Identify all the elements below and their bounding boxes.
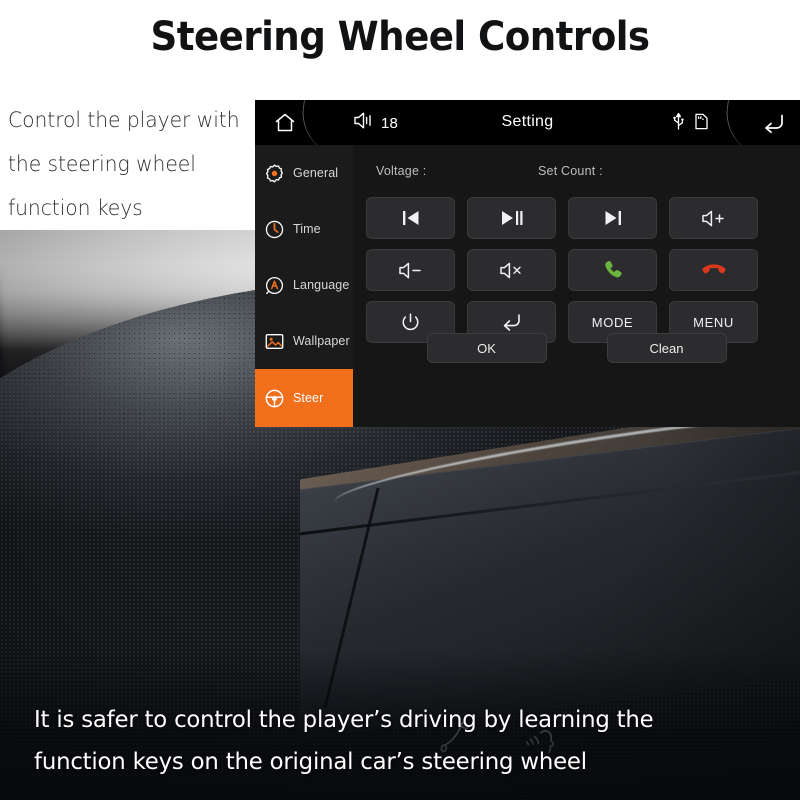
head-unit-title: Setting [501,113,554,130]
sidebar-item-label: Steer [293,391,324,405]
steer-settings-content: Voltage : Set Count : MODE MENU OK Clean [353,145,800,427]
page-title: Steering Wheel Controls [150,14,651,60]
image-icon [264,331,285,352]
key-end-call[interactable] [669,249,758,291]
key-volume-up[interactable] [669,197,758,239]
usb-icon [672,112,685,136]
key-previous-track[interactable] [366,197,455,239]
key-mute[interactable] [467,249,556,291]
sidebar-item-language[interactable]: Language [255,257,353,313]
sidebar-item-time[interactable]: Time [255,201,353,257]
head-unit-header: 18 Setting [255,100,800,145]
key-play-pause[interactable] [467,197,556,239]
sidebar-item-label: Wallpaper [293,334,350,348]
action-buttons: OK Clean [353,333,800,363]
key-next-track[interactable] [568,197,657,239]
clean-button[interactable]: Clean [606,333,727,363]
head-unit-screen: 18 Setting General Time Language Wallpap… [255,100,800,427]
sidebar-item-label: Language [293,278,350,292]
steering-wheel-icon [264,388,285,409]
clock-icon [264,219,285,240]
lead-description: Control the player with the steering whe… [8,108,240,220]
sidebar-item-wallpaper[interactable]: Wallpaper [255,313,353,369]
sidebar-item-steer[interactable]: Steer [255,369,353,427]
sd-card-icon [694,112,709,136]
back-arrow-icon[interactable] [760,112,786,134]
voltage-label: Voltage : [376,164,427,178]
ok-button[interactable]: OK [426,333,547,363]
bottom-caption: It is safer to control the player’s driv… [34,705,654,775]
language-icon [264,275,285,296]
settings-sidebar: General Time Language Wallpaper Steer [255,145,353,427]
function-key-grid: MODE MENU [366,197,758,343]
status-icons [672,112,709,136]
gear-icon [264,163,285,184]
sidebar-item-label: General [293,166,339,180]
set-count-label: Set Count : [538,164,603,178]
key-answer-call[interactable] [568,249,657,291]
key-volume-down[interactable] [366,249,455,291]
sidebar-item-general[interactable]: General [255,145,353,201]
sidebar-item-label: Time [293,222,321,236]
